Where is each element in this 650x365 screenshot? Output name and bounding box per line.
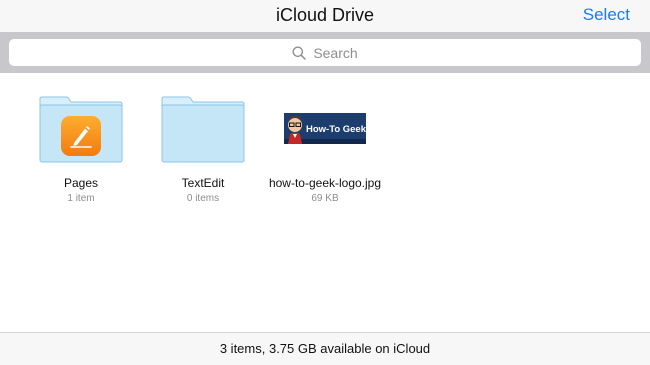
file-meta: 0 items [186,193,220,204]
folder-icon [39,95,123,163]
page-title: iCloud Drive [275,5,375,25]
status-bar: 3 items, 3.75 GB available on iCloud [0,332,650,365]
file-grid: Pages 1 item TextEdit 0 items How-To Gee… [0,73,650,332]
image-thumbnail: How-To Geek [283,95,367,163]
file-meta: 1 item [67,193,95,204]
file-item-how-to-geek-logo[interactable]: How-To Geek how-to-geek-logo.jpg 69 KB [255,95,395,205]
file-item-textedit[interactable]: TextEdit 0 items [133,95,273,205]
thumbnail-text: How-To Geek [306,124,366,135]
how-to-geek-logo-image: How-To Geek [284,113,366,144]
folder-icon [161,95,245,163]
file-name: how-to-geek-logo.jpg [268,176,382,190]
storage-status: 3 items, 3.75 GB available on iCloud [219,341,431,356]
file-item-pages[interactable]: Pages 1 item [11,95,151,205]
file-name: Pages [63,176,99,190]
pages-app-icon [61,116,101,156]
search-icon [292,46,307,60]
file-meta: 69 KB [311,193,339,204]
file-name: TextEdit [181,176,225,190]
select-button[interactable]: Select [583,4,630,26]
navigation-bar: iCloud Drive Select [0,0,650,32]
search-bar: Search [0,32,650,73]
icloud-drive-screen: iCloud Drive Select Search Pages 1 item … [0,0,650,365]
search-placeholder: Search [313,44,358,61]
search-input[interactable]: Search [9,39,641,66]
